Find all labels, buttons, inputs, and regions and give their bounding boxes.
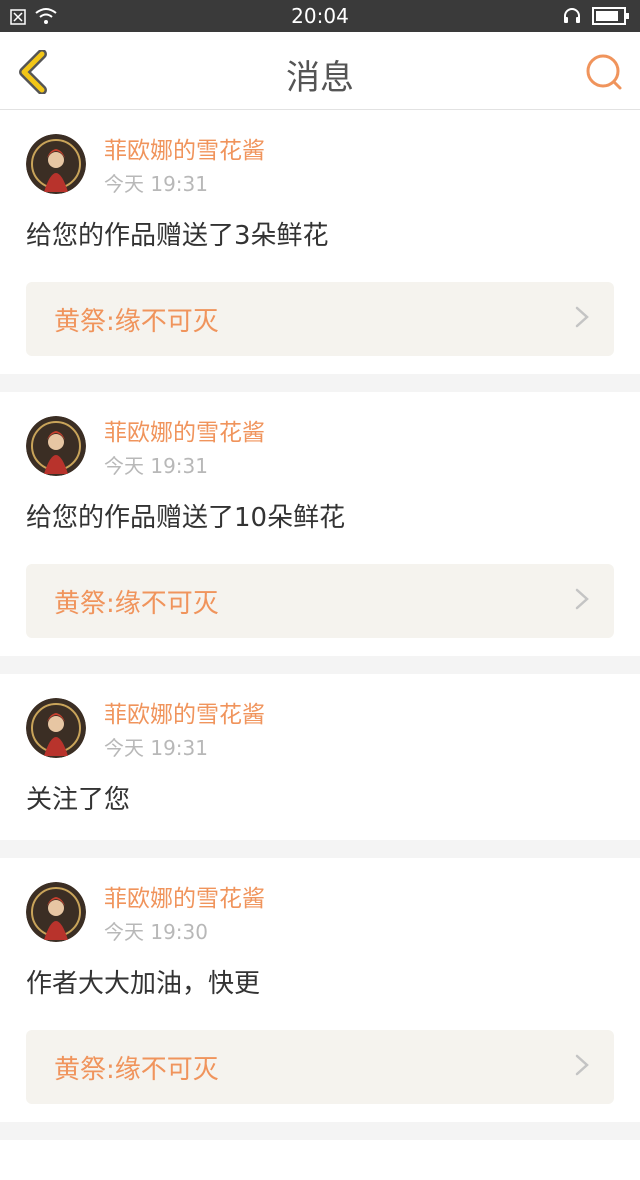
message-text: 给您的作品赠送了10朵鲜花 [26,503,346,533]
message-card: 菲欧娜的雪花酱 今天 19:31 关注了您 [0,674,640,840]
status-time: 20:04 [291,4,349,28]
message-list: 菲欧娜的雪花酱 今天 19:31 给您的作品赠送了3朵鲜花 黄祭:缘不可灭 菲欧… [0,110,640,1180]
work-title: 黄祭:缘不可灭 [54,1054,219,1085]
username[interactable]: 菲欧娜的雪花酱 [104,700,265,730]
status-bar: 20:04 [0,0,640,32]
page-title: 消息 [286,58,354,98]
chevron-right-icon [574,1054,590,1080]
username[interactable]: 菲欧娜的雪花酱 [104,884,265,914]
timestamp: 今天 19:31 [104,736,208,760]
avatar[interactable] [26,882,86,942]
avatar[interactable] [26,416,86,476]
message-card: 菲欧娜的雪花酱 今天 19:30 作者大大加油，快更 黄祭:缘不可灭 [0,858,640,1122]
work-link[interactable]: 黄祭:缘不可灭 [26,1030,614,1104]
headset-icon [562,6,582,31]
search-icon[interactable] [584,52,624,92]
message-text: 给您的作品赠送了3朵鲜花 [26,221,329,251]
message-card: 菲欧娜的雪花酱 今天 19:31 给您的作品赠送了10朵鲜花 黄祭:缘不可灭 [0,392,640,656]
username[interactable]: 菲欧娜的雪花酱 [104,418,265,448]
message-card-partial [0,1140,640,1180]
work-link[interactable]: 黄祭:缘不可灭 [26,282,614,356]
avatar[interactable] [26,134,86,194]
chevron-right-icon [574,588,590,614]
message-text: 关注了您 [26,785,131,815]
avatar[interactable] [26,698,86,758]
work-title: 黄祭:缘不可灭 [54,306,219,337]
message-text: 作者大大加油，快更 [26,969,261,999]
username[interactable]: 菲欧娜的雪花酱 [104,136,265,166]
work-link[interactable]: 黄祭:缘不可灭 [26,564,614,638]
timestamp: 今天 19:30 [104,920,208,944]
timestamp: 今天 19:31 [104,172,208,196]
chevron-right-icon [574,306,590,332]
battery-icon [592,6,630,31]
nav-bar: 消息 [0,32,640,110]
work-title: 黄祭:缘不可灭 [54,588,219,619]
timestamp: 今天 19:31 [104,454,208,478]
message-card: 菲欧娜的雪花酱 今天 19:31 给您的作品赠送了3朵鲜花 黄祭:缘不可灭 [0,110,640,374]
